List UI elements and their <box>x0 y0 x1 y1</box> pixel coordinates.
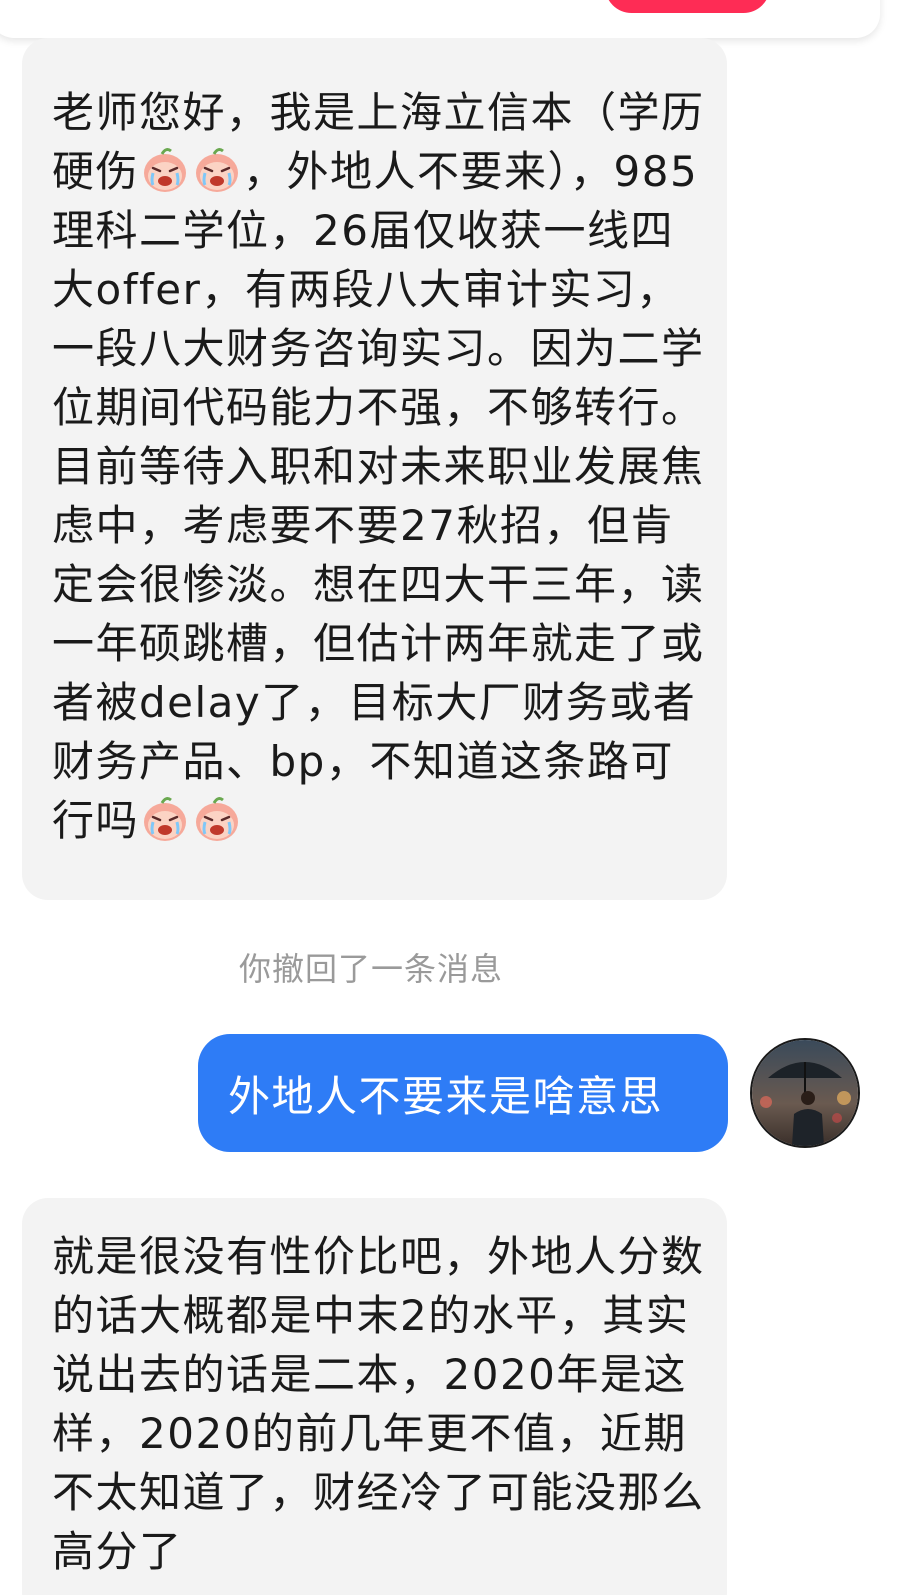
message-text: 老师您好，我是上海立信本（学历硬伤 ，外地人不要来），985理科二学位，26届仅收… <box>52 83 707 850</box>
crying-peach-emoji-icon <box>193 146 241 194</box>
crying-peach-emoji-icon <box>141 146 189 194</box>
user-avatar[interactable] <box>752 1040 858 1146</box>
avatar-image <box>752 1040 858 1146</box>
crying-peach-emoji-icon <box>193 795 241 843</box>
incoming-message-bubble[interactable]: 就是很没有性价比吧，外地人分数的话大概都是中末2的水平，其实说出去的话是二本，2… <box>22 1198 727 1595</box>
message-text-part: ，外地人不要来），985理科二学位，26届仅收获一线四大offer，有两段八大审… <box>52 147 705 845</box>
chat-screen: 老师您好，我是上海立信本（学历硬伤 ，外地人不要来），985理科二学位，26届仅收… <box>0 0 921 1595</box>
incoming-message-bubble[interactable]: 老师您好，我是上海立信本（学历硬伤 ，外地人不要来），985理科二学位，26届仅收… <box>22 38 727 900</box>
crying-peach-emoji-icon <box>141 795 189 843</box>
outgoing-message-bubble[interactable]: 外地人不要来是啥意思 <box>198 1034 728 1152</box>
message-text: 外地人不要来是啥意思 <box>228 1071 664 1121</box>
action-pill-button[interactable] <box>605 0 770 13</box>
recalled-message-notice: 你撤回了一条消息 <box>238 950 503 988</box>
message-text: 就是很没有性价比吧，外地人分数的话大概都是中末2的水平，其实说出去的话是二本，2… <box>52 1232 705 1576</box>
